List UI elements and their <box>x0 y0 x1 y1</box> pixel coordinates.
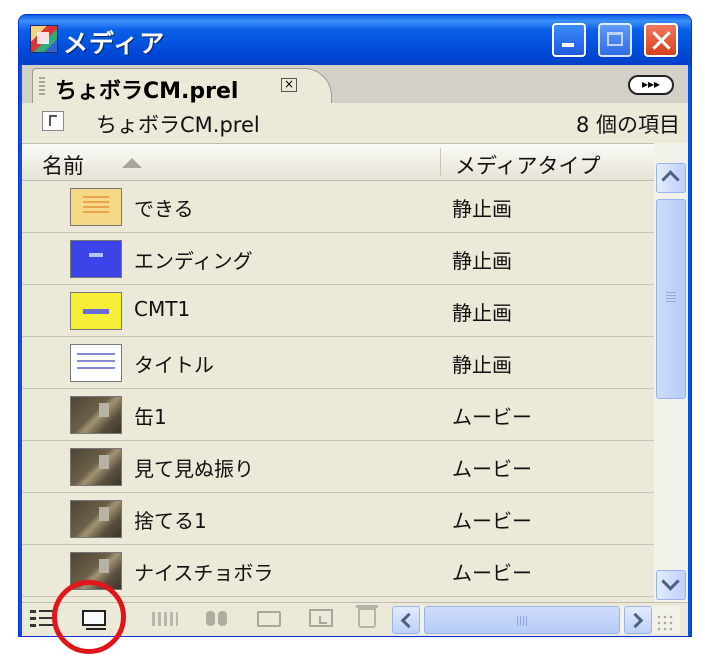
list-item[interactable]: エンディング 静止画 <box>22 233 654 285</box>
media-list: できる 静止画 エンディング 静止画 CMT1 静止画 タイトル 静止画 缶1 … <box>22 181 654 602</box>
minimize-button[interactable] <box>552 23 586 57</box>
project-path: ちょボラCM.prel <box>96 113 260 137</box>
scroll-left-icon[interactable] <box>392 606 420 634</box>
item-name: できる <box>134 197 194 221</box>
new-bin-icon[interactable] <box>257 611 281 627</box>
yellow-logo-thumbnail <box>70 292 122 330</box>
parent-folder-icon[interactable] <box>42 111 64 131</box>
list-item[interactable]: ナイスチョボラ ムービー <box>22 545 654 597</box>
find-icon[interactable] <box>205 608 229 630</box>
item-media-type: ムービー <box>452 509 532 533</box>
media-window: メディア ちょボラCM.prel × ▸▸▸ ちょボラCM.prel 8 個の項… <box>18 14 692 637</box>
item-name: タイトル <box>134 353 214 377</box>
item-name: エンディング <box>134 249 253 273</box>
video-frame-thumbnail <box>70 396 122 434</box>
title-bar[interactable]: メディア <box>19 15 691 65</box>
clear-icon[interactable] <box>356 605 378 628</box>
item-media-type: ムービー <box>452 405 532 429</box>
item-name: 見て見ぬ振り <box>134 457 254 481</box>
horizontal-scroll-thumb[interactable] <box>424 606 620 634</box>
item-media-type: ムービー <box>452 561 532 585</box>
resize-grip-icon[interactable] <box>656 614 674 632</box>
item-name: 缶1 <box>134 405 167 429</box>
list-item[interactable]: 缶1 ムービー <box>22 389 654 441</box>
white-text-thumbnail <box>70 344 122 382</box>
scroll-up-icon[interactable] <box>656 163 686 193</box>
blue-title-thumbnail <box>70 240 122 278</box>
maximize-button[interactable] <box>598 23 632 57</box>
item-media-type: 静止画 <box>452 301 512 325</box>
panel-tab-strip: ちょボラCM.prel × ▸▸▸ <box>22 65 688 104</box>
tab-close-icon[interactable]: × <box>281 78 297 92</box>
list-item[interactable]: CMT1 静止画 <box>22 285 654 337</box>
sort-ascending-icon <box>122 158 142 168</box>
list-item[interactable]: タイトル 静止画 <box>22 337 654 389</box>
item-media-type: 静止画 <box>452 249 512 273</box>
column-header: 名前 メディアタイプ <box>22 143 654 181</box>
vertical-scrollbar[interactable] <box>654 143 688 602</box>
close-button[interactable] <box>644 23 678 57</box>
item-media-type: 静止画 <box>452 353 512 377</box>
panel-menu-button[interactable]: ▸▸▸ <box>628 75 674 95</box>
automate-to-sequence-icon[interactable] <box>152 608 178 630</box>
item-name: 捨てる1 <box>134 509 207 533</box>
media-panel-app-icon <box>30 25 58 53</box>
horizontal-scrollbar[interactable] <box>392 606 680 634</box>
item-media-type: 静止画 <box>452 197 512 221</box>
video-frame-thumbnail <box>70 448 122 486</box>
new-item-icon[interactable] <box>309 609 333 627</box>
scroll-right-icon[interactable] <box>624 606 652 634</box>
list-item[interactable]: 見て見ぬ振り ムービー <box>22 441 654 493</box>
column-header-name[interactable]: 名前 <box>42 150 84 180</box>
item-name: ナイスチョボラ <box>134 561 274 585</box>
list-view-icon[interactable] <box>30 608 54 630</box>
yellow-document-thumbnail <box>70 188 122 226</box>
item-count: 8 個の項目 <box>575 113 680 137</box>
list-item[interactable]: 捨てる1 ムービー <box>22 493 654 545</box>
tab-grip-icon[interactable] <box>39 77 45 95</box>
vertical-scroll-thumb[interactable] <box>656 199 686 399</box>
column-divider[interactable] <box>440 148 441 176</box>
item-name: CMT1 <box>134 297 191 321</box>
window-title: メディア <box>63 29 166 58</box>
tab-label: ちょボラCM.prel <box>55 79 239 104</box>
highlight-circle <box>52 580 126 654</box>
column-header-media-type[interactable]: メディアタイプ <box>455 150 601 180</box>
list-item[interactable]: できる 静止画 <box>22 181 654 233</box>
tab-project[interactable]: ちょボラCM.prel × <box>32 68 332 104</box>
item-media-type: ムービー <box>452 457 532 481</box>
scroll-down-icon[interactable] <box>656 570 686 600</box>
path-bar: ちょボラCM.prel 8 個の項目 <box>22 103 688 143</box>
video-frame-thumbnail <box>70 500 122 538</box>
